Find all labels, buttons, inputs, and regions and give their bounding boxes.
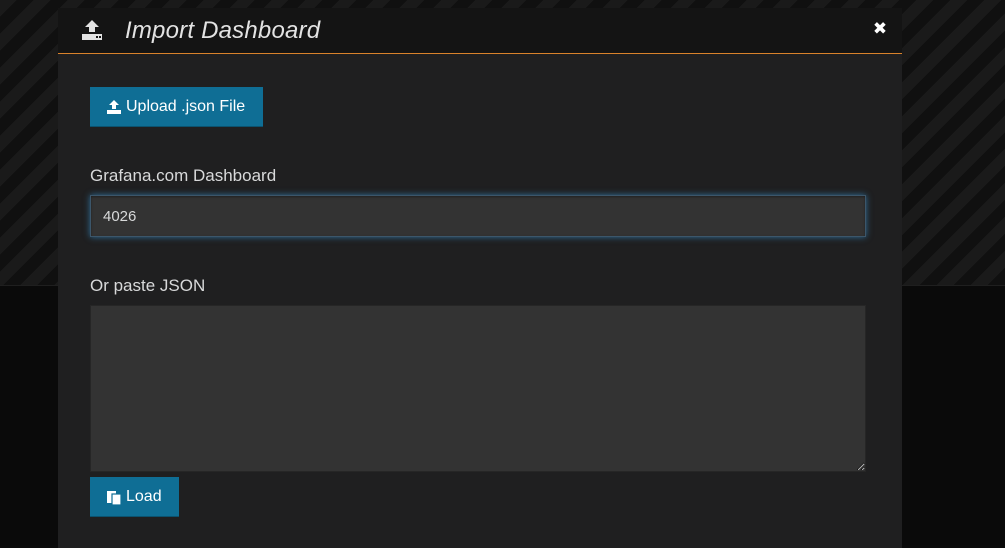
modal-title: Import Dashboard [125,17,321,44]
upload-button-label: Upload .json File [126,98,246,115]
paste-json-textarea[interactable] [90,305,866,472]
upload-icon [81,19,103,41]
modal-header: Import Dashboard ✖ [58,8,902,54]
upload-icon [107,100,121,114]
grafana-com-dashboard-input[interactable] [90,195,866,237]
paste-json-label: Or paste JSON [90,276,206,295]
load-button-label: Load [126,488,162,505]
import-dashboard-modal: Import Dashboard ✖ Upload .json File Gra… [58,8,902,548]
grafana-com-dashboard-label: Grafana.com Dashboard [90,166,277,185]
paste-icon [107,491,122,505]
load-button[interactable]: Load [90,477,179,517]
upload-json-file-button[interactable]: Upload .json File [90,87,263,127]
close-icon[interactable]: ✖ [872,20,888,37]
